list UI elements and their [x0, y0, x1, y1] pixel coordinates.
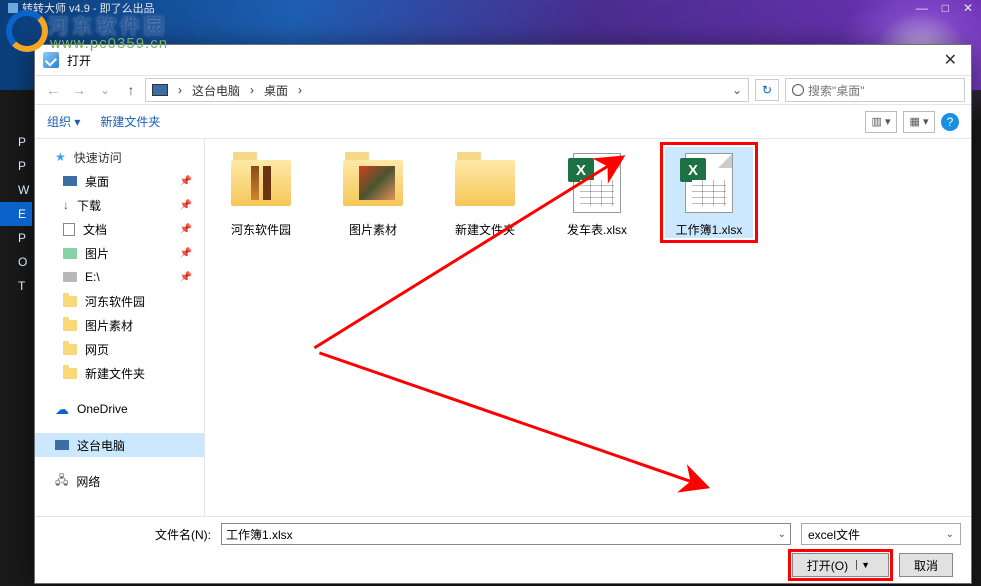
path-sep: › — [246, 83, 258, 97]
monitor-icon — [55, 440, 69, 450]
search-input[interactable]: 搜索"桌面" — [785, 78, 965, 102]
path-sep: › — [294, 83, 306, 97]
file-item-folder[interactable]: 图片素材 — [329, 147, 417, 238]
folder-icon — [231, 160, 291, 206]
nav-up-button[interactable]: ↑ — [119, 78, 143, 102]
file-item-folder[interactable]: 新建文件夹 — [441, 147, 529, 238]
dialog-icon — [43, 52, 59, 68]
network-icon: 🖧 — [55, 471, 68, 492]
sidebar-item-drive-e[interactable]: E:\📌 — [35, 265, 204, 289]
pictures-icon — [63, 248, 77, 259]
nav-forward-button[interactable]: → — [67, 78, 91, 102]
watermark: 河东软件园 www.pc0359.cn — [6, 10, 168, 52]
sidebar-item-folder[interactable]: 新建文件夹 — [35, 361, 204, 385]
open-dialog: 打开 ✕ ← → ⌄ ↑ › 这台电脑 › 桌面 › ⌄ ↻ 搜索"桌面" 组织… — [34, 44, 972, 584]
view-mode-button[interactable]: ▥ ▾ — [865, 111, 897, 133]
pin-icon: 📌 — [180, 224, 192, 235]
pin-icon: 📌 — [180, 248, 192, 259]
sidebar-item-folder[interactable]: 河东软件园 — [35, 289, 204, 313]
close-button[interactable]: ✕ — [963, 1, 973, 15]
sidebar-item-pictures[interactable]: 图片📌 — [35, 241, 204, 265]
folder-icon — [343, 160, 403, 206]
open-button[interactable]: 打开(O) ▼ — [792, 553, 889, 577]
filename-input[interactable]: 工作簿1.xlsx ⌄ — [221, 523, 791, 545]
watermark-logo-icon — [6, 10, 48, 52]
sidebar-item-desktop[interactable]: 桌面📌 — [35, 169, 204, 193]
new-folder-button[interactable]: 新建文件夹 — [100, 113, 160, 130]
document-icon — [63, 223, 75, 236]
download-icon: ↓ — [63, 198, 69, 212]
chevron-down-icon[interactable]: ⌄ — [946, 529, 954, 540]
nav-bar: ← → ⌄ ↑ › 这台电脑 › 桌面 › ⌄ ↻ 搜索"桌面" — [35, 75, 971, 105]
dialog-close-button[interactable]: ✕ — [938, 50, 963, 70]
star-icon: ★ — [55, 150, 66, 164]
file-item-xlsx[interactable]: X 发车表.xlsx — [553, 147, 641, 238]
dialog-footer: 文件名(N): 工作簿1.xlsx ⌄ excel文件 ⌄ 打开(O) ▼ 取消 — [35, 516, 971, 583]
path-dropdown-icon[interactable]: ⌄ — [732, 83, 742, 97]
sidebar-quick-access[interactable]: ★快速访问 — [35, 145, 204, 169]
pin-icon: 📌 — [180, 176, 192, 187]
address-bar[interactable]: › 这台电脑 › 桌面 › ⌄ — [145, 78, 749, 102]
thispc-icon — [152, 84, 168, 96]
sidebar-onedrive[interactable]: ☁OneDrive — [35, 397, 204, 421]
cloud-icon: ☁ — [55, 401, 69, 418]
maximize-button[interactable]: □ — [942, 1, 949, 15]
drive-icon — [63, 272, 77, 282]
pin-icon: 📌 — [180, 272, 192, 283]
file-label: 工作簿1.xlsx — [676, 223, 743, 238]
split-dropdown-icon[interactable]: ▼ — [856, 560, 874, 570]
watermark-url: www.pc0359.cn — [50, 35, 168, 52]
sidebar-item-documents[interactable]: 文档📌 — [35, 217, 204, 241]
sidebar-item-folder[interactable]: 网页 — [35, 337, 204, 361]
file-label: 发车表.xlsx — [567, 223, 627, 238]
folder-icon — [63, 296, 77, 307]
xlsx-icon: X — [685, 153, 733, 213]
preview-pane-button[interactable]: ▦ ▾ — [903, 111, 935, 133]
file-label: 图片素材 — [349, 223, 397, 238]
refresh-button[interactable]: ↻ — [755, 79, 779, 101]
dialog-title: 打开 — [67, 52, 91, 69]
file-area[interactable]: 河东软件园 图片素材 新建文件夹 X 发车表.xlsx X 工作簿1.xlsx — [205, 139, 971, 516]
nav-back-button[interactable]: ← — [41, 78, 65, 102]
chevron-down-icon[interactable]: ⌄ — [778, 529, 786, 540]
minimize-button[interactable]: — — [916, 1, 928, 15]
file-label: 河东软件园 — [231, 223, 291, 238]
folder-icon — [63, 320, 77, 331]
pin-icon: 📌 — [180, 200, 192, 211]
file-label: 新建文件夹 — [455, 223, 515, 238]
path-root[interactable]: 这台电脑 — [188, 82, 244, 99]
file-item-folder[interactable]: 河东软件园 — [217, 147, 305, 238]
sidebar-this-pc[interactable]: 这台电脑 — [35, 433, 204, 457]
sidebar-item-downloads[interactable]: ↓下载📌 — [35, 193, 204, 217]
path-sep: › — [174, 83, 186, 97]
monitor-icon — [63, 176, 77, 186]
file-item-xlsx-selected[interactable]: X 工作簿1.xlsx — [665, 147, 753, 238]
organize-menu[interactable]: 组织 ▾ — [47, 113, 80, 130]
toolbar: 组织 ▾ 新建文件夹 ▥ ▾ ▦ ▾ ? — [35, 105, 971, 139]
filename-label: 文件名(N): — [155, 526, 211, 543]
path-seg[interactable]: 桌面 — [260, 82, 292, 99]
sidebar: ★快速访问 桌面📌 ↓下载📌 文档📌 图片📌 E:\📌 河东软件园 图片素材 网… — [35, 139, 205, 516]
nav-chevron-icon[interactable]: ⌄ — [93, 78, 117, 102]
folder-icon — [63, 344, 77, 355]
file-type-select[interactable]: excel文件 ⌄ — [801, 523, 961, 545]
folder-icon — [455, 160, 515, 206]
folder-icon — [63, 368, 77, 379]
help-button[interactable]: ? — [941, 113, 959, 131]
cancel-button[interactable]: 取消 — [899, 553, 953, 577]
sidebar-network[interactable]: 🖧网络 — [35, 469, 204, 493]
background-tabs: P P W E P O T — [0, 130, 32, 298]
xlsx-icon: X — [573, 153, 621, 213]
sidebar-item-folder[interactable]: 图片素材 — [35, 313, 204, 337]
